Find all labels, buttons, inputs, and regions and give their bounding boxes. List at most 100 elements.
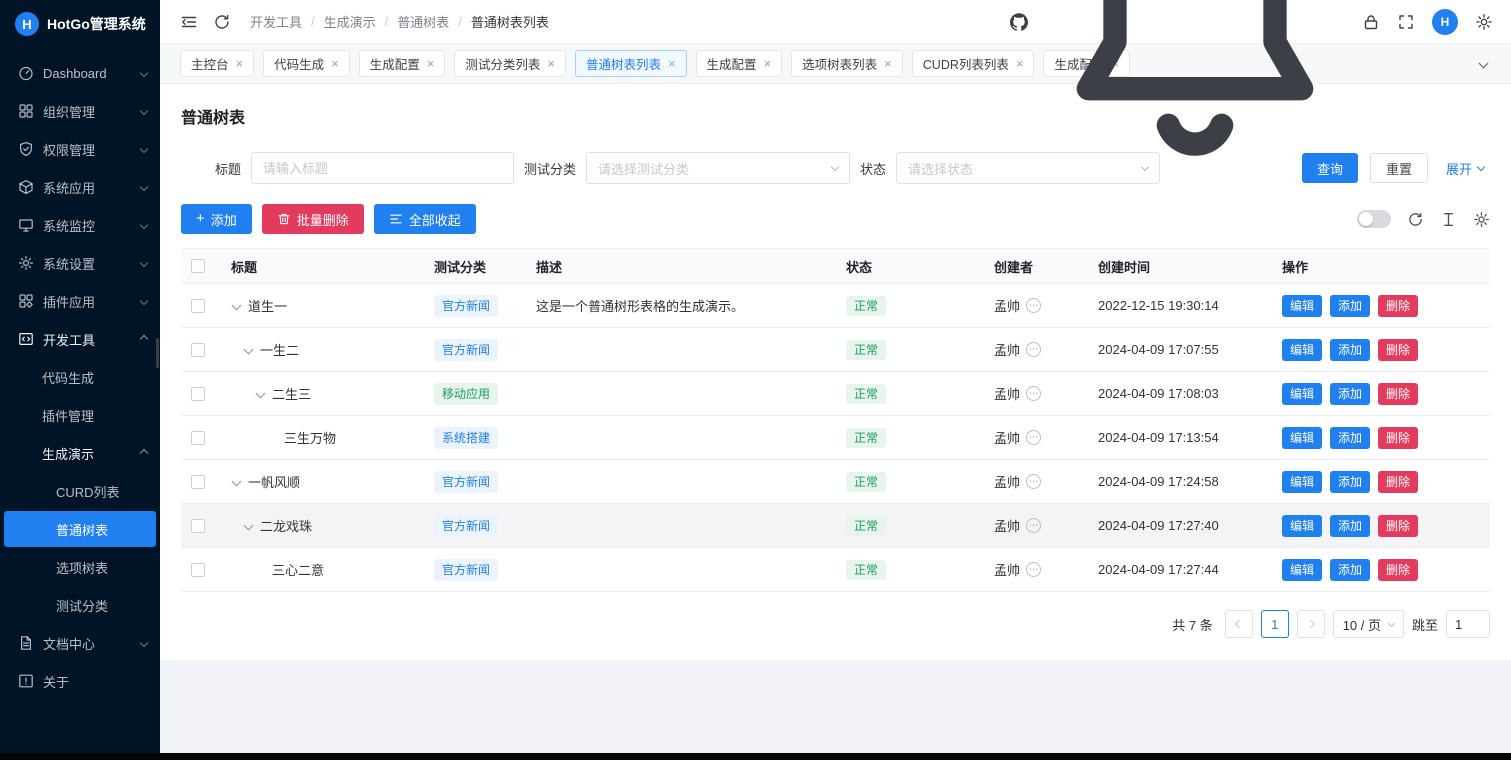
- breadcrumb-item[interactable]: 生成演示: [324, 12, 376, 31]
- tree-collapse-icon[interactable]: [243, 521, 253, 531]
- add-button[interactable]: + 添加: [181, 204, 252, 234]
- sidebar-item-tree-table[interactable]: 普通树表: [4, 511, 156, 547]
- sidebar-item-plugin-apps[interactable]: 插件应用: [0, 282, 160, 320]
- tab-close-icon[interactable]: ×: [236, 57, 244, 70]
- sidebar-item-generation-demo[interactable]: 生成演示: [0, 434, 160, 472]
- collapse-all-button[interactable]: 全部收起: [374, 204, 476, 234]
- table-row[interactable]: 一生二 官方新闻 正常 孟帅⋯ 2024-04-09 17:07:55 编辑 添…: [181, 328, 1490, 372]
- tab-cudr-list[interactable]: CUDR列表列表×: [912, 50, 1035, 77]
- gear-icon[interactable]: [1473, 211, 1490, 228]
- sidebar-item-system-apps[interactable]: 系统应用: [0, 168, 160, 206]
- sidebar-item-doc-center[interactable]: 文档中心: [0, 624, 160, 662]
- creator-info-icon[interactable]: ⋯: [1026, 298, 1041, 313]
- reset-button[interactable]: 重置: [1370, 153, 1428, 183]
- row-checkbox[interactable]: [191, 343, 205, 357]
- sidebar-item-curd-list[interactable]: CURD列表: [0, 472, 160, 510]
- row-add-button[interactable]: 添加: [1330, 383, 1370, 405]
- row-edit-button[interactable]: 编辑: [1282, 383, 1322, 405]
- sidebar-scrollbar-thumb[interactable]: [156, 338, 159, 368]
- github-icon[interactable]: [1010, 13, 1028, 31]
- tab-tree-table-list[interactable]: 普通树表列表×: [575, 50, 687, 77]
- title-filter-input[interactable]: [251, 152, 514, 184]
- sidebar-item-system-settings[interactable]: 系统设置: [0, 244, 160, 282]
- sidebar-item-test-category[interactable]: 测试分类: [0, 586, 160, 624]
- sidebar-item-plugin-management[interactable]: 插件管理: [0, 396, 160, 434]
- row-edit-button[interactable]: 编辑: [1282, 515, 1322, 537]
- sidebar-item-about[interactable]: 关于: [0, 662, 160, 700]
- row-edit-button[interactable]: 编辑: [1282, 427, 1322, 449]
- tab-close-icon[interactable]: ×: [764, 57, 772, 70]
- jump-to-input[interactable]: [1446, 610, 1490, 638]
- category-filter-select[interactable]: 请选择测试分类: [586, 152, 850, 184]
- row-delete-button[interactable]: 删除: [1378, 339, 1418, 361]
- tree-collapse-icon[interactable]: [231, 477, 241, 487]
- select-all-checkbox[interactable]: [191, 259, 205, 273]
- expand-filters-button[interactable]: 展开: [1440, 158, 1490, 179]
- tab-console[interactable]: 主控台×: [180, 50, 254, 77]
- row-checkbox[interactable]: [191, 475, 205, 489]
- table-border-toggle[interactable]: [1357, 210, 1391, 228]
- next-page-button[interactable]: [1297, 610, 1325, 638]
- page-size-select[interactable]: 10 / 页: [1333, 610, 1404, 638]
- table-row[interactable]: 二龙戏珠 官方新闻 正常 孟帅⋯ 2024-04-09 17:27:40 编辑 …: [181, 504, 1490, 548]
- table-row[interactable]: 道生一 官方新闻 这是一个普通树形表格的生成演示。 正常 孟帅⋯ 2022-12…: [181, 284, 1490, 328]
- text-height-icon[interactable]: [1440, 211, 1457, 228]
- tab-close-icon[interactable]: ×: [1016, 57, 1024, 70]
- sidebar-item-option-tree-table[interactable]: 选项树表: [0, 548, 160, 586]
- fullscreen-icon[interactable]: [1397, 13, 1415, 31]
- sidebar-item-dashboard[interactable]: Dashboard: [0, 54, 160, 92]
- row-add-button[interactable]: 添加: [1330, 515, 1370, 537]
- tree-collapse-icon[interactable]: [231, 301, 241, 311]
- tab-generation-config-1[interactable]: 生成配置×: [359, 50, 446, 77]
- table-row[interactable]: 三心二意 官方新闻 正常 孟帅⋯ 2024-04-09 17:27:44 编辑 …: [181, 548, 1490, 592]
- row-delete-button[interactable]: 删除: [1378, 295, 1418, 317]
- user-avatar[interactable]: H: [1432, 9, 1458, 35]
- row-add-button[interactable]: 添加: [1330, 471, 1370, 493]
- creator-info-icon[interactable]: ⋯: [1026, 430, 1041, 445]
- tab-close-icon[interactable]: ×: [668, 57, 676, 70]
- row-add-button[interactable]: 添加: [1330, 427, 1370, 449]
- tab-option-tree-list[interactable]: 选项树表列表×: [791, 50, 903, 77]
- creator-info-icon[interactable]: ⋯: [1026, 342, 1041, 357]
- creator-info-icon[interactable]: ⋯: [1026, 386, 1041, 401]
- tabs-dropdown-button[interactable]: [1469, 60, 1497, 67]
- row-edit-button[interactable]: 编辑: [1282, 559, 1322, 581]
- row-edit-button[interactable]: 编辑: [1282, 471, 1322, 493]
- tab-close-icon[interactable]: ×: [331, 57, 339, 70]
- table-row[interactable]: 二生三 移动应用 正常 孟帅⋯ 2024-04-09 17:08:03 编辑 添…: [181, 372, 1490, 416]
- creator-info-icon[interactable]: ⋯: [1026, 518, 1041, 533]
- sidebar-item-organization[interactable]: 组织管理: [0, 92, 160, 130]
- table-row[interactable]: 一帆风顺 官方新闻 正常 孟帅⋯ 2024-04-09 17:24:58 编辑 …: [181, 460, 1490, 504]
- creator-info-icon[interactable]: ⋯: [1026, 474, 1041, 489]
- tab-close-icon[interactable]: ×: [547, 57, 555, 70]
- tab-code-generation[interactable]: 代码生成×: [263, 50, 350, 77]
- page-number-button[interactable]: 1: [1261, 610, 1289, 638]
- prev-page-button[interactable]: [1225, 610, 1253, 638]
- tree-collapse-icon[interactable]: [243, 345, 253, 355]
- row-delete-button[interactable]: 删除: [1378, 383, 1418, 405]
- sidebar-item-dev-tools[interactable]: 开发工具: [0, 320, 160, 358]
- row-checkbox[interactable]: [191, 299, 205, 313]
- notification-bell[interactable]: 1: [1045, 0, 1345, 172]
- row-checkbox[interactable]: [191, 519, 205, 533]
- tab-generation-config-2[interactable]: 生成配置×: [696, 50, 783, 77]
- breadcrumb-item[interactable]: 开发工具: [250, 12, 302, 31]
- tab-test-category-list[interactable]: 测试分类列表×: [454, 50, 566, 77]
- tab-close-icon[interactable]: ×: [884, 57, 892, 70]
- app-logo[interactable]: H HotGo管理系统: [0, 0, 160, 48]
- row-delete-button[interactable]: 删除: [1378, 471, 1418, 493]
- batch-delete-button[interactable]: 批量删除: [262, 204, 364, 234]
- menu-fold-icon[interactable]: [180, 13, 198, 31]
- tab-close-icon[interactable]: ×: [427, 57, 435, 70]
- row-checkbox[interactable]: [191, 431, 205, 445]
- lock-icon[interactable]: [1362, 13, 1380, 31]
- refresh-icon[interactable]: [213, 13, 231, 31]
- row-checkbox[interactable]: [191, 563, 205, 577]
- row-delete-button[interactable]: 删除: [1378, 427, 1418, 449]
- row-add-button[interactable]: 添加: [1330, 339, 1370, 361]
- row-edit-button[interactable]: 编辑: [1282, 295, 1322, 317]
- table-row[interactable]: 三生万物 系统搭建 正常 孟帅⋯ 2024-04-09 17:13:54 编辑 …: [181, 416, 1490, 460]
- breadcrumb-item[interactable]: 普通树表: [397, 12, 449, 31]
- tree-collapse-icon[interactable]: [255, 389, 265, 399]
- row-edit-button[interactable]: 编辑: [1282, 339, 1322, 361]
